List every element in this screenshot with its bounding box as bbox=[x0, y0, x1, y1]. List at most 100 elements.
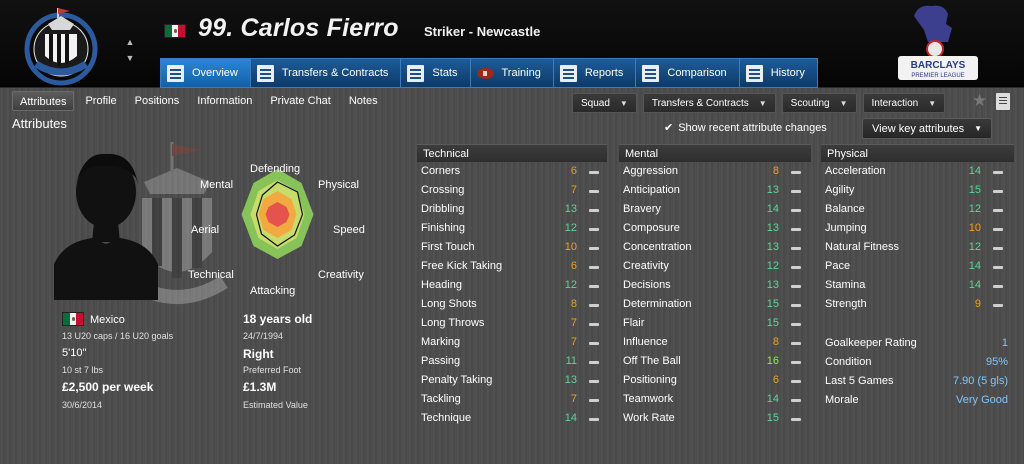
radar-label-aerial: Aerial bbox=[191, 224, 220, 236]
attribute-row[interactable]: Positioning 6 bbox=[619, 371, 809, 390]
attribute-value: 10 bbox=[564, 241, 577, 253]
attribute-name: Strength bbox=[825, 298, 867, 310]
interaction-dropdown[interactable]: Interaction ▼ bbox=[862, 93, 946, 113]
attribute-row[interactable]: Long Shots 8 bbox=[417, 295, 607, 314]
attribute-row[interactable]: Natural Fitness 12 bbox=[821, 238, 1011, 257]
tab-reports[interactable]: Reports bbox=[552, 58, 636, 88]
attribute-row[interactable]: Finishing 12 bbox=[417, 219, 607, 238]
club-crest-icon bbox=[24, 8, 98, 86]
subnav-notes[interactable]: Notes bbox=[342, 91, 385, 111]
no-change-icon bbox=[791, 380, 801, 383]
attribute-row[interactable]: Work Rate 15 bbox=[619, 409, 809, 428]
nationality[interactable]: Mexico bbox=[90, 314, 125, 326]
transfers-contracts-dropdown[interactable]: Transfers & Contracts ▼ bbox=[642, 93, 776, 113]
tab-stats[interactable]: Stats bbox=[400, 58, 470, 88]
attribute-value: 13 bbox=[766, 184, 779, 196]
attribute-row[interactable]: First Touch 10 bbox=[417, 238, 607, 257]
attribute-row[interactable]: Passing 11 bbox=[417, 352, 607, 371]
player-weight: 10 st 7 lbs bbox=[62, 365, 104, 375]
subnav-positions[interactable]: Positions bbox=[128, 91, 187, 111]
attribute-name: Acceleration bbox=[825, 165, 886, 177]
attribute-row[interactable]: Acceleration 14 bbox=[821, 162, 1011, 181]
nav-down-icon[interactable]: ▼ bbox=[124, 50, 136, 66]
attribute-row[interactable]: Technique 14 bbox=[417, 409, 607, 428]
player-wage: £2,500 per week bbox=[62, 380, 154, 394]
scouting-dropdown[interactable]: Scouting ▼ bbox=[781, 93, 857, 113]
attribute-name: Tackling bbox=[421, 393, 461, 405]
checkmark-icon[interactable]: ✔ bbox=[664, 121, 673, 134]
subnav-information[interactable]: Information bbox=[190, 91, 259, 111]
svg-text:PREMIER LEAGUE: PREMIER LEAGUE bbox=[911, 73, 964, 79]
tab-label: Overview bbox=[192, 67, 238, 79]
attribute-row[interactable]: Aggression 8 bbox=[619, 162, 809, 181]
mexico-flag-icon bbox=[164, 24, 186, 38]
subnav-attributes[interactable]: Attributes bbox=[12, 91, 75, 111]
tab-label: Reports bbox=[584, 67, 624, 79]
preferred-foot-label: Preferred Foot bbox=[243, 365, 302, 375]
attribute-row[interactable]: Off The Ball 16 bbox=[619, 352, 809, 371]
attribute-name: Aggression bbox=[623, 165, 679, 177]
attribute-row[interactable]: Marking 7 bbox=[417, 333, 607, 352]
attribute-row[interactable]: Corners 6 bbox=[417, 162, 607, 181]
history-icon bbox=[745, 64, 763, 82]
profile-tabs: Overview Transfers & Contracts Stats Tra… bbox=[160, 58, 818, 88]
no-change-icon bbox=[791, 342, 801, 345]
attribute-row[interactable]: Jumping 10 bbox=[821, 219, 1011, 238]
attribute-row[interactable]: Penalty Taking 13 bbox=[417, 371, 607, 390]
no-change-icon bbox=[589, 323, 599, 326]
attribute-row[interactable]: Determination 15 bbox=[619, 295, 809, 314]
player-nav-arrows[interactable]: ▲ ▼ bbox=[124, 34, 136, 66]
attribute-value: 10 bbox=[968, 222, 981, 234]
attribute-row[interactable]: Agility 15 bbox=[821, 181, 1011, 200]
morale-value: Very Good bbox=[956, 394, 1008, 406]
tab-training[interactable]: Training bbox=[469, 58, 553, 88]
subnav-profile[interactable]: Profile bbox=[78, 91, 123, 111]
attribute-row[interactable]: Creativity 12 bbox=[619, 257, 809, 276]
attribute-row[interactable]: Composure 13 bbox=[619, 219, 809, 238]
attribute-row[interactable]: Anticipation 13 bbox=[619, 181, 809, 200]
attribute-row[interactable]: Balance 12 bbox=[821, 200, 1011, 219]
no-change-icon bbox=[791, 171, 801, 174]
attribute-row[interactable]: Dribbling 13 bbox=[417, 200, 607, 219]
attribute-row[interactable]: Flair 15 bbox=[619, 314, 809, 333]
star-icon[interactable]: ★ bbox=[972, 91, 987, 111]
attribute-row[interactable]: Tackling 7 bbox=[417, 390, 607, 409]
attribute-name: Stamina bbox=[825, 279, 866, 291]
subnav-private-chat[interactable]: Private Chat bbox=[263, 91, 338, 111]
mexico-flag-icon bbox=[62, 312, 84, 326]
attribute-value: 6 bbox=[570, 260, 577, 272]
attribute-row[interactable]: Teamwork 14 bbox=[619, 390, 809, 409]
tab-overview[interactable]: Overview bbox=[160, 58, 250, 88]
radar-label-technical: Technical bbox=[188, 269, 234, 281]
nav-up-icon[interactable]: ▲ bbox=[124, 34, 136, 50]
section-title: Attributes bbox=[12, 116, 67, 131]
attribute-row[interactable]: Decisions 13 bbox=[619, 276, 809, 295]
technical-header: Technical bbox=[417, 144, 607, 162]
attribute-row[interactable]: Pace 14 bbox=[821, 257, 1011, 276]
attribute-value: 8 bbox=[772, 165, 779, 177]
attribute-value: 12 bbox=[766, 260, 779, 272]
attribute-row[interactable]: Strength 9 bbox=[821, 295, 1011, 314]
squad-dropdown[interactable]: Squad ▼ bbox=[572, 93, 637, 113]
attribute-row[interactable]: Free Kick Taking 6 bbox=[417, 257, 607, 276]
attribute-row[interactable]: Concentration 13 bbox=[619, 238, 809, 257]
morale-label: Morale bbox=[825, 394, 859, 406]
attribute-value: 14 bbox=[766, 393, 779, 405]
attribute-row[interactable]: Influence 8 bbox=[619, 333, 809, 352]
no-change-icon bbox=[589, 304, 599, 307]
attribute-row[interactable]: Long Throws 7 bbox=[417, 314, 607, 333]
no-change-icon bbox=[791, 266, 801, 269]
no-change-icon bbox=[791, 304, 801, 307]
attribute-row[interactable]: Heading 12 bbox=[417, 276, 607, 295]
attribute-row[interactable]: Crossing 7 bbox=[417, 181, 607, 200]
attribute-row[interactable]: Stamina 14 bbox=[821, 276, 1011, 295]
tab-history[interactable]: History bbox=[738, 58, 818, 88]
tab-transfers-contracts[interactable]: Transfers & Contracts bbox=[249, 58, 401, 88]
view-key-attributes-button[interactable]: View key attributes ▼ bbox=[862, 118, 993, 139]
show-changes-checkbox[interactable]: ✔ Show recent attribute changes bbox=[664, 121, 827, 135]
note-icon[interactable] bbox=[996, 93, 1010, 110]
player-position-club: Striker - Newcastle bbox=[424, 24, 541, 39]
attribute-value: 7 bbox=[570, 336, 577, 348]
tab-comparison[interactable]: Comparison bbox=[635, 58, 739, 88]
attribute-row[interactable]: Bravery 14 bbox=[619, 200, 809, 219]
